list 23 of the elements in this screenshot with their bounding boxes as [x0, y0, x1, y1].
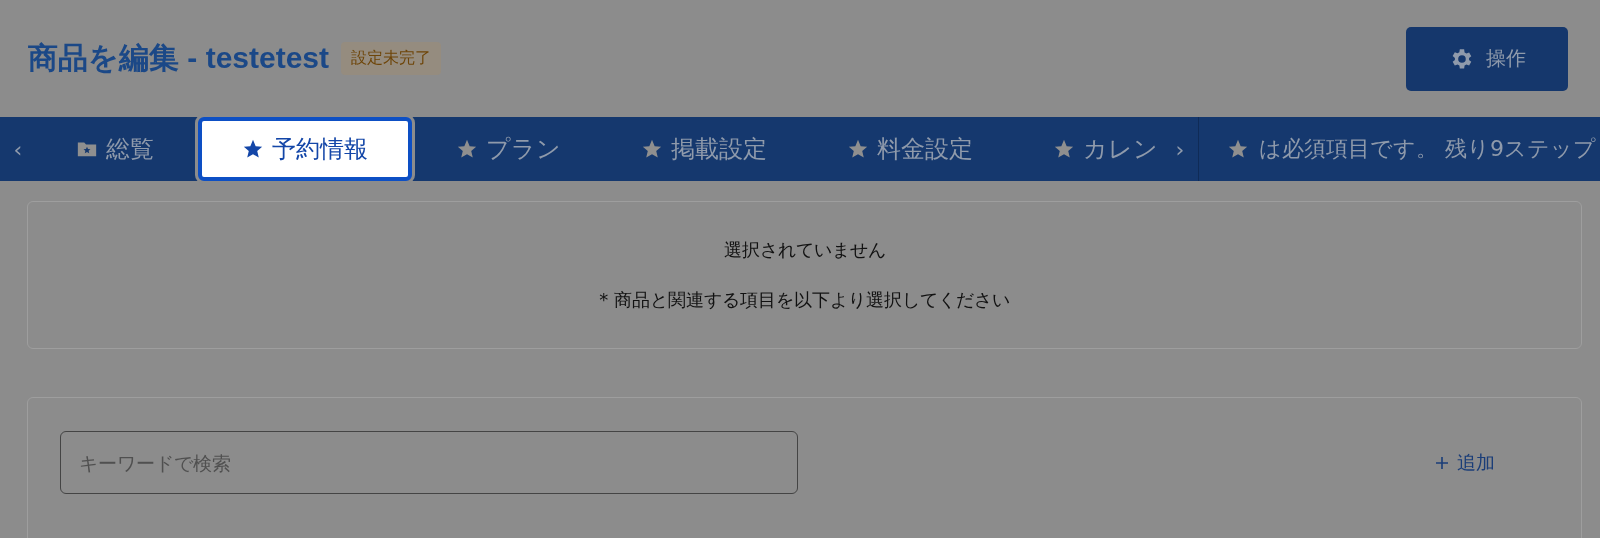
tab[interactable]: 掲載設定 [601, 117, 807, 181]
empty-message: 選択されていません [723, 238, 886, 262]
star-icon [242, 138, 264, 160]
tab[interactable]: カレン [1013, 117, 1162, 181]
star-icon [456, 138, 478, 160]
tab[interactable]: 総覧 [36, 117, 194, 181]
actions-button[interactable]: 操作 [1406, 26, 1568, 91]
tab[interactable]: 料金設定 [807, 117, 1013, 181]
plus-icon [1435, 456, 1449, 470]
scroll-right-button[interactable]: › [1162, 117, 1198, 181]
page-title: 商品を編集 - testetest [28, 40, 330, 76]
tab[interactable]: 予約情報 [198, 117, 412, 181]
tab[interactable]: プラン [416, 117, 601, 181]
star-icon [1053, 138, 1075, 160]
star-icon [641, 138, 663, 160]
scroll-left-button[interactable]: ‹ [0, 117, 36, 181]
star-icon [1227, 138, 1249, 160]
selection-note: * 商品と関連する項目を以下より選択してください [599, 288, 1010, 312]
status-badge: 設定未完了 [341, 42, 442, 75]
add-button[interactable]: 追加 [1429, 449, 1501, 477]
required-hint: は必須項目です。 残り9ステップ [1259, 135, 1596, 163]
star-icon [847, 138, 869, 160]
search-field[interactable]: キーワードで検索 [60, 431, 798, 494]
